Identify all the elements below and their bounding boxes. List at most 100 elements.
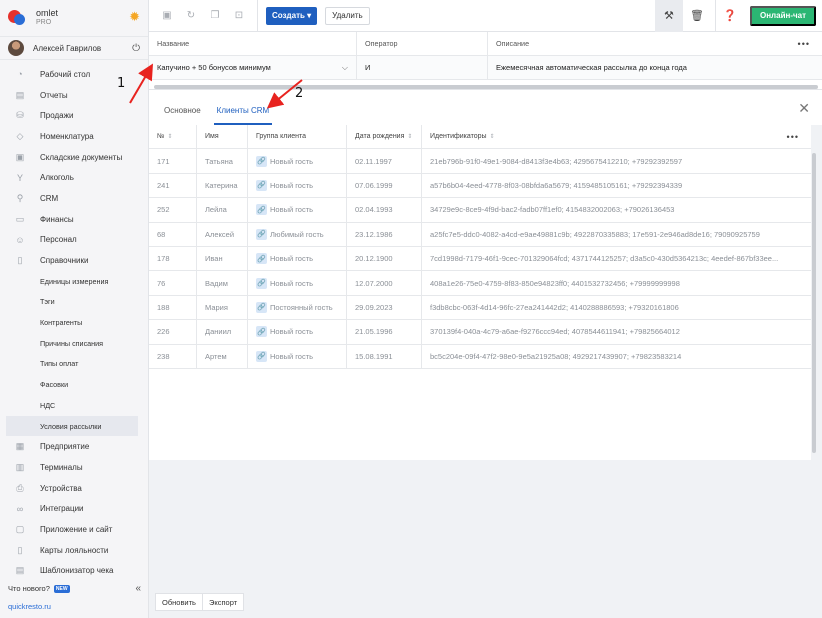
export-button[interactable]: Экспорт <box>202 593 245 611</box>
table-row[interactable]: 188 Мария 🔗 Постоянный гость 29.09.2023 f3db8… <box>149 295 811 321</box>
power-icon[interactable]: ⏻ <box>132 43 140 54</box>
cell-value: Новый гость <box>270 278 314 288</box>
delete-button[interactable]: Удалить <box>325 6 370 25</box>
sidebar-item[interactable]: ▤ Шаблонизатор чека <box>0 561 148 582</box>
link-icon[interactable]: 🔗 <box>256 326 267 338</box>
trash-icon[interactable]: 🗑 <box>683 0 711 32</box>
sidebar-item[interactable]: ▤ Отчеты <box>0 85 148 106</box>
cell-value: 21.05.1996 <box>355 327 393 337</box>
sidebar-item[interactable]: ∞ Интеграции <box>0 498 148 519</box>
import-icon[interactable]: ⊡ <box>233 10 245 21</box>
grid-header: Название Оператор Описание ••• <box>149 32 822 56</box>
row-name-cell[interactable]: Капучино + 50 бонусов минимум ⌵ <box>149 56 357 79</box>
row-operator-cell[interactable]: И <box>357 56 488 79</box>
sort-icon[interactable]: ⇕ <box>407 133 412 140</box>
horizontal-scrollbar[interactable] <box>154 85 818 89</box>
column-header-operator[interactable]: Оператор <box>357 32 488 55</box>
link-icon[interactable]: 🔗 <box>256 155 267 167</box>
sidebar-item[interactable]: Причины списания <box>0 333 148 354</box>
table-row[interactable]: 68 Алексей 🔗 Любимый гость 23.12.1986 a25fc7e… <box>149 222 811 247</box>
sidebar-item[interactable]: Единицы измерения <box>0 271 148 292</box>
sidebar-item[interactable]: ▯ Карты лояльности <box>0 540 148 561</box>
row-description-cell[interactable]: Ежемесячная автоматическая рассылка до к… <box>488 56 822 79</box>
sidebar-item[interactable]: Фасовки <box>0 374 148 395</box>
column-header-label: Идентификаторы <box>430 133 487 141</box>
column-header-label: Имя <box>205 133 219 141</box>
sidebar-item[interactable]: ⛁ Продажи <box>0 105 148 126</box>
sort-icon[interactable]: ⇕ <box>490 133 495 140</box>
sidebar-item[interactable]: ◔ Рабочий стол <box>0 64 148 85</box>
chevron-down-icon[interactable]: ⌵ <box>342 63 348 73</box>
more-icon[interactable]: ••• <box>787 132 799 142</box>
whats-new[interactable]: Что нового? NEW « <box>8 583 141 594</box>
link-icon[interactable]: 🔗 <box>256 204 267 216</box>
online-chat-button[interactable]: Онлайн-чат <box>749 5 816 26</box>
sidebar-item[interactable]: ▯ Справочники <box>0 250 148 271</box>
sidebar-item[interactable]: Y Алкоголь <box>0 167 148 188</box>
brand[interactable]: omlet PRO ✹ <box>0 0 148 34</box>
sidebar-item[interactable]: ▥ Терминалы <box>0 457 148 478</box>
column-header[interactable]: Дата рождения ⇕ <box>347 125 422 149</box>
user-profile[interactable]: Алексей Гаврилов ⏻ <box>0 36 148 60</box>
column-header[interactable]: Имя <box>197 125 248 149</box>
column-header-description[interactable]: Описание ••• <box>488 32 822 55</box>
cell-value: 29.09.2023 <box>355 302 393 312</box>
link-icon[interactable]: 🔗 <box>256 253 267 265</box>
tab-crm-clients[interactable]: Клиенты CRM <box>213 106 273 125</box>
sidebar-item[interactable]: Тэги <box>0 292 148 313</box>
sidebar-item[interactable]: ☺ Персонал <box>0 230 148 251</box>
column-header[interactable]: Идентификаторы ⇕ ••• <box>422 125 811 148</box>
refresh-button[interactable]: Обновить <box>155 593 203 611</box>
link-icon[interactable]: 🔗 <box>256 277 267 289</box>
sidebar-item[interactable]: НДС <box>0 395 148 416</box>
help-icon[interactable]: ❓ <box>716 0 744 32</box>
sidebar-item[interactable]: Контрагенты <box>0 312 148 333</box>
table-row[interactable]: 171 Татьяна 🔗 Новый гость 02.11.1997 21eb796b… <box>149 149 811 174</box>
link-icon[interactable]: 🔗 <box>256 350 267 362</box>
save-icon[interactable]: ▣ <box>161 10 173 21</box>
sidebar-item-label: Алкоголь <box>40 173 74 183</box>
table-row[interactable]: 238 Артем 🔗 Новый гость 15.08.1991 bc5c204e-0… <box>149 344 811 369</box>
scrollbar-thumb[interactable] <box>812 153 816 453</box>
table-cell: 226 <box>149 320 197 344</box>
refresh-icon[interactable]: ↻ <box>185 10 197 21</box>
column-header[interactable]: № ⇕ <box>149 125 197 149</box>
table-row[interactable]: 76 Вадим 🔗 Новый гость 12.07.2000 408a1e26-75… <box>149 271 811 296</box>
table-row[interactable]: 241 Катерина 🔗 Новый гость 07.06.1999 a57b6b0… <box>149 173 811 199</box>
column-header[interactable]: Группа клиента <box>248 125 347 149</box>
table-row[interactable]: 226 Даниил 🔗 Новый гость 21.05.1996 370139f4-… <box>149 320 811 345</box>
sidebar-item[interactable]: Условия рассылки <box>6 415 138 437</box>
sidebar-item[interactable]: ◇ Номенклатура <box>0 126 148 147</box>
collapse-sidebar-icon[interactable]: « <box>135 583 141 594</box>
link-icon[interactable]: 🔗 <box>256 179 267 191</box>
tab-main[interactable]: Основное <box>161 106 204 125</box>
vertical-scrollbar[interactable] <box>811 125 817 460</box>
table-row[interactable]: Капучино + 50 бонусов минимум ⌵ И Ежемес… <box>149 56 822 80</box>
sidebar-item[interactable]: Типы оплат <box>0 354 148 375</box>
table-row[interactable]: 252 Лейла 🔗 Новый гость 02.04.1993 34729e9c-8… <box>149 198 811 223</box>
sun-icon[interactable]: ✹ <box>129 9 140 25</box>
sidebar-item-label: Тэги <box>40 297 55 307</box>
site-link[interactable]: quickresto.ru <box>8 602 51 611</box>
table-row[interactable]: 178 Иван 🔗 Новый гость 20.12.1900 7cd1998d-71… <box>149 246 811 272</box>
create-button[interactable]: Создать ▾ <box>266 6 318 25</box>
sidebar-item[interactable]: ▦ Предприятие <box>0 436 148 457</box>
sidebar-item-label: Устройства <box>40 483 82 493</box>
cell-value: 76 <box>157 278 166 288</box>
column-header-name[interactable]: Название <box>149 32 357 55</box>
sort-icon[interactable]: ⇕ <box>168 133 173 140</box>
link-icon[interactable]: 🔗 <box>256 228 267 240</box>
sidebar-item[interactable]: ⚲ CRM <box>0 188 148 209</box>
card-icon: ▯ <box>17 544 23 555</box>
sidebar-item[interactable]: ▢ Приложение и сайт <box>0 519 148 540</box>
cell-value: 02.04.1993 <box>355 205 393 215</box>
sidebar-item[interactable]: ⎙ Устройства <box>0 478 148 499</box>
sidebar-item[interactable]: ▣ Складские документы <box>0 147 148 168</box>
cell-value: 21eb796b-91f0-49e1-9084-d8413f3e4b63; 42… <box>430 156 683 166</box>
link-icon[interactable]: 🔗 <box>256 301 267 313</box>
sidebar-item[interactable]: ▭ Финансы <box>0 209 148 230</box>
more-icon[interactable]: ••• <box>798 39 810 49</box>
close-icon[interactable]: ✕ <box>798 100 810 117</box>
tools-icon[interactable]: ⚒ <box>654 0 683 32</box>
copy-icon[interactable]: ❐ <box>209 10 221 21</box>
